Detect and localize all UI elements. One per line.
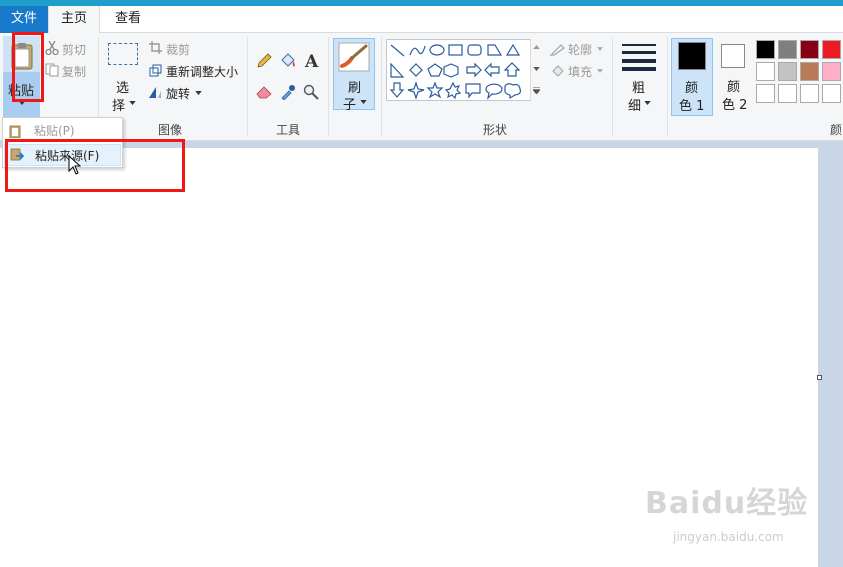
color-picker-icon[interactable] bbox=[280, 84, 296, 100]
tab-view[interactable]: 查看 bbox=[104, 6, 152, 33]
brush-icon bbox=[338, 42, 370, 72]
chevron-down-icon bbox=[597, 47, 603, 51]
size-label-1: 粗 bbox=[632, 81, 646, 96]
color-palette bbox=[756, 40, 843, 110]
menu-item-paste-label: 粘贴(P) bbox=[34, 124, 75, 138]
clipboard-icon bbox=[9, 125, 21, 138]
fill-bucket-icon[interactable] bbox=[279, 52, 297, 70]
chevron-down-icon bbox=[597, 69, 603, 73]
tab-file[interactable]: 文件 bbox=[0, 6, 48, 33]
color2-swatch bbox=[721, 44, 745, 68]
palette-swatch[interactable] bbox=[756, 84, 775, 103]
scroll-up-icon bbox=[533, 45, 540, 49]
tools-group-label: 工具 bbox=[276, 123, 301, 137]
divider bbox=[381, 37, 382, 137]
brushes-button[interactable]: 刷 子 bbox=[333, 38, 375, 113]
brushes-label-2: 子 bbox=[343, 98, 357, 113]
svg-text:A: A bbox=[304, 52, 319, 70]
annotation-highlight-paste bbox=[12, 32, 44, 102]
palette-swatch[interactable] bbox=[778, 40, 797, 59]
fill-button[interactable]: 填充 bbox=[568, 63, 592, 80]
divider bbox=[247, 37, 248, 137]
tab-home[interactable]: 主页 bbox=[48, 6, 100, 34]
select-rect-icon bbox=[108, 43, 138, 65]
palette-swatch[interactable] bbox=[800, 62, 819, 81]
outline-icon bbox=[550, 44, 565, 56]
magnifier-icon[interactable] bbox=[303, 84, 319, 100]
scroll-down-icon bbox=[533, 67, 540, 71]
resize-icon bbox=[149, 64, 162, 77]
rotate-button[interactable]: 旋转 bbox=[166, 85, 190, 102]
palette-swatch[interactable] bbox=[822, 84, 841, 103]
color2-label-2: 色 2 bbox=[722, 98, 748, 113]
palette-swatch[interactable] bbox=[756, 62, 775, 81]
shapes-gallery[interactable] bbox=[386, 39, 542, 101]
divider bbox=[612, 37, 613, 137]
crop-icon bbox=[149, 41, 162, 54]
color2-label-1: 颜 bbox=[727, 80, 741, 95]
chevron-down-icon bbox=[360, 100, 367, 104]
chevron-down-icon bbox=[644, 101, 651, 105]
shapes-group-label: 形状 bbox=[483, 123, 508, 137]
select-label-1: 选 bbox=[116, 81, 130, 96]
watermark: Baidu经验 bbox=[645, 478, 808, 522]
fill-icon bbox=[552, 65, 564, 77]
line-width-icon bbox=[622, 44, 656, 71]
color1-label-2: 色 1 bbox=[679, 99, 705, 114]
divider bbox=[328, 37, 329, 137]
chevron-down-icon bbox=[195, 91, 202, 95]
watermark-text: Baidu经验 bbox=[645, 486, 809, 521]
annotation-highlight-paste-from bbox=[5, 139, 185, 192]
shapes-grid-icon bbox=[389, 43, 522, 100]
eraser-icon[interactable] bbox=[256, 85, 272, 99]
outline-button[interactable]: 轮廓 bbox=[568, 41, 592, 58]
ribbon-tab-bar: 文件 主页 查看 bbox=[0, 6, 843, 34]
select-button[interactable]: 选 择 bbox=[104, 39, 142, 114]
crop-button[interactable]: 裁剪 bbox=[166, 41, 190, 58]
canvas-resize-handle[interactable] bbox=[817, 375, 822, 380]
image-group-label: 图像 bbox=[158, 123, 183, 137]
palette-swatch[interactable] bbox=[756, 40, 775, 59]
expand-gallery-icon bbox=[533, 87, 540, 94]
colors-group-label: 颜 bbox=[830, 123, 843, 137]
divider bbox=[667, 37, 668, 137]
ribbon: 粘贴 剪切 复制 选 择 裁剪 重新调整大小 旋转 图像 A 工具 刷 子 轮廓… bbox=[0, 33, 843, 141]
size-label-2: 细 bbox=[628, 99, 642, 114]
rotate-icon bbox=[149, 87, 161, 98]
color2-button[interactable]: 颜 色 2 bbox=[716, 38, 756, 116]
color1-swatch bbox=[678, 42, 706, 70]
scissors-icon bbox=[45, 41, 59, 55]
pencil-icon[interactable] bbox=[256, 53, 272, 69]
resize-button[interactable]: 重新调整大小 bbox=[166, 63, 238, 80]
text-tool-icon[interactable]: A bbox=[304, 52, 320, 70]
size-button[interactable]: 粗 细 bbox=[618, 39, 662, 114]
palette-swatch[interactable] bbox=[822, 62, 841, 81]
copy-icon bbox=[45, 63, 59, 77]
shapes-scrollbar[interactable] bbox=[530, 39, 542, 101]
palette-swatch[interactable] bbox=[778, 62, 797, 81]
cut-button[interactable]: 剪切 bbox=[62, 41, 86, 58]
copy-button[interactable]: 复制 bbox=[62, 63, 86, 80]
select-label-2: 择 bbox=[112, 99, 126, 114]
palette-swatch[interactable] bbox=[800, 40, 819, 59]
color1-button[interactable]: 颜 色 1 bbox=[671, 38, 713, 116]
chevron-down-icon bbox=[129, 101, 136, 105]
watermark-url: jingyan.baidu.com bbox=[673, 530, 784, 544]
color1-label-1: 颜 bbox=[685, 81, 699, 96]
palette-swatch[interactable] bbox=[800, 84, 819, 103]
palette-swatch[interactable] bbox=[822, 40, 841, 59]
palette-swatch[interactable] bbox=[778, 84, 797, 103]
